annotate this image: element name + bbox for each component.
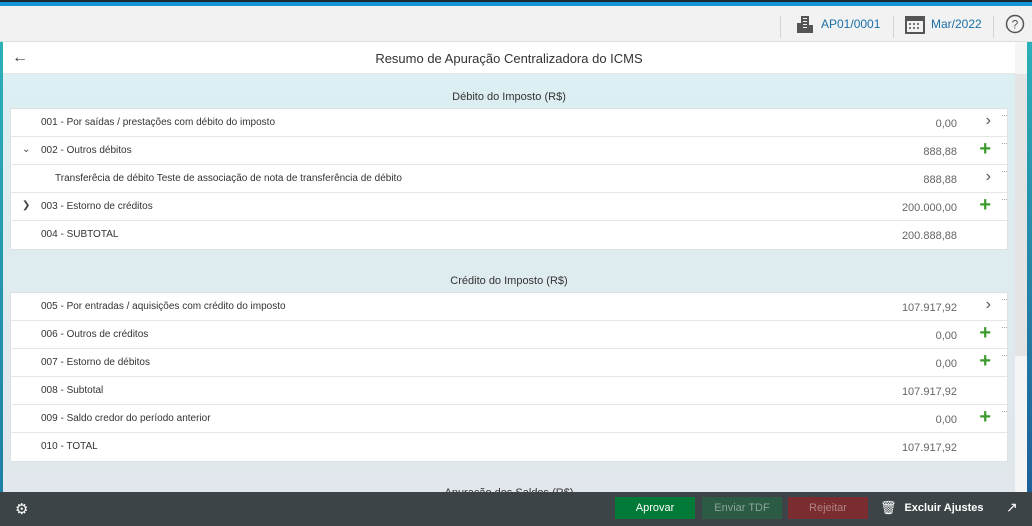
footer-toolbar: ⚙ Aprovar Enviar TDF Rejeitar 🗑 Excluir … — [0, 492, 1032, 526]
collapse-chevron-icon[interactable]: ⌄ — [22, 144, 30, 155]
divider — [993, 16, 994, 38]
chevron-right-icon[interactable]: › — [986, 112, 991, 130]
scrollbar[interactable] — [1015, 42, 1027, 492]
calendar-icon — [905, 16, 925, 34]
title-bar: ← Resumo de Apuração Centralizadora do I… — [3, 42, 1015, 74]
row-label: 004 - SUBTOTAL — [41, 229, 119, 240]
row-label: 003 - Estorno de créditos — [41, 201, 153, 212]
send-tdf-button[interactable]: Enviar TDF — [702, 497, 782, 519]
row-label: 010 - TOTAL — [41, 441, 98, 452]
section-title: Débito do Imposto (R$) — [452, 91, 566, 103]
section-title: Crédito do Imposto (R$) — [450, 275, 568, 287]
page-title: Resumo de Apuração Centralizadora do ICM… — [375, 51, 643, 66]
row-value: 107.917,92 — [901, 386, 957, 398]
help-button[interactable]: ? — [1005, 6, 1025, 42]
row-value: 200.000,00 — [901, 202, 957, 214]
trash-icon[interactable]: 🗑 — [880, 500, 897, 516]
scrollbar-thumb[interactable] — [1015, 74, 1027, 356]
row-value: 888,88 — [923, 174, 957, 186]
company-code: AP01/0001 — [821, 17, 881, 31]
table-row[interactable]: 008 - Subtotal 107.917,92 — [11, 377, 1007, 405]
row-label: 009 - Saldo credor do período anterior — [41, 413, 211, 424]
more-options-icon[interactable]: ··· — [1001, 138, 1008, 148]
row-label: 006 - Outros de créditos — [41, 329, 149, 340]
add-plus-icon[interactable]: + — [979, 322, 991, 345]
table-row[interactable]: 009 - Saldo credor do período anterior 0,… — [11, 405, 1008, 433]
table-row[interactable]: 006 - Outros de créditos 0,00 + ··· — [11, 321, 1008, 349]
table-row[interactable]: Transferêcia de débito Teste de associaç… — [11, 165, 1008, 193]
svg-text:?: ? — [1012, 18, 1019, 32]
right-accent-stripe — [1027, 42, 1032, 492]
period-value: Mar/2022 — [931, 17, 982, 31]
row-label: 001 - Por saídas / prestações com débito… — [41, 117, 276, 128]
row-value: 107.917,92 — [901, 442, 957, 454]
more-options-icon[interactable]: ··· — [1001, 294, 1008, 304]
divider — [780, 16, 781, 38]
table-row[interactable]: 004 - SUBTOTAL 200.888,88 — [11, 221, 1007, 249]
divider — [893, 16, 894, 38]
period-selector[interactable]: Mar/2022 — [905, 6, 982, 42]
row-value: 0,00 — [935, 330, 957, 342]
row-label: 008 - Subtotal — [41, 385, 104, 396]
row-value: 888,88 — [923, 146, 957, 158]
section-title: Apuração dos Saldos (R$) — [3, 470, 1015, 492]
header-bar: AP01/0001 Mar/2022 ? — [0, 6, 1032, 42]
more-options-icon[interactable]: ··· — [1001, 350, 1008, 360]
more-options-icon[interactable]: ··· — [1001, 166, 1008, 176]
expand-chevron-icon[interactable]: ❯ — [22, 200, 30, 211]
add-plus-icon[interactable]: + — [979, 194, 991, 217]
chevron-right-icon[interactable]: › — [986, 296, 991, 314]
table-row[interactable]: 005 - Por entradas / aquisições com créd… — [11, 293, 1008, 321]
approve-button[interactable]: Aprovar — [615, 497, 695, 519]
add-plus-icon[interactable]: + — [979, 406, 991, 429]
table-row[interactable]: 007 - Estorno de débitos 0,00 + ··· — [11, 349, 1008, 377]
reject-button[interactable]: Rejeitar — [788, 497, 868, 519]
chevron-right-icon[interactable]: › — [986, 168, 991, 186]
settings-gear-icon[interactable]: ⚙ — [15, 500, 28, 518]
section-card: 001 - Por saídas / prestações com débito… — [10, 108, 1008, 250]
share-export-icon[interactable]: ↗ — [1006, 499, 1018, 516]
row-value: 0,00 — [935, 414, 957, 426]
row-label: 007 - Estorno de débitos — [41, 357, 150, 368]
add-plus-icon[interactable]: + — [979, 138, 991, 161]
company-selector[interactable]: AP01/0001 — [795, 6, 880, 42]
table-row[interactable]: 010 - TOTAL 107.917,92 — [11, 433, 1007, 461]
row-value: 200.888,88 — [901, 230, 957, 242]
building-icon — [797, 16, 813, 33]
section-card: 005 - Por entradas / aquisições com créd… — [10, 292, 1008, 462]
help-icon: ? — [1005, 14, 1025, 34]
add-plus-icon[interactable]: + — [979, 350, 991, 373]
table-row[interactable]: ⌄ 002 - Outros débitos 888,88 + ··· — [11, 137, 1008, 165]
table-row[interactable]: ❯ 003 - Estorno de créditos 200.000,00 + ··· — [11, 193, 1008, 221]
table-row[interactable]: 001 - Por saídas / prestações com débito… — [11, 109, 1008, 137]
row-value: 0,00 — [935, 118, 957, 130]
content-area: Débito do Imposto (R$) 001 - Por saídas /… — [3, 74, 1015, 492]
more-options-icon[interactable]: ··· — [1001, 194, 1008, 204]
row-label: Transferêcia de débito Teste de associaç… — [55, 173, 402, 184]
more-options-icon[interactable]: ··· — [1001, 110, 1008, 120]
row-label: 005 - Por entradas / aquisições com créd… — [41, 301, 286, 312]
more-options-icon[interactable]: ··· — [1001, 406, 1008, 416]
row-value: 0,00 — [935, 358, 957, 370]
more-options-icon[interactable]: ··· — [1001, 322, 1008, 332]
delete-adjustments-button[interactable]: Excluir Ajustes — [900, 497, 988, 519]
row-value: 107.917,92 — [901, 302, 957, 314]
row-label: 002 - Outros débitos — [41, 145, 132, 156]
